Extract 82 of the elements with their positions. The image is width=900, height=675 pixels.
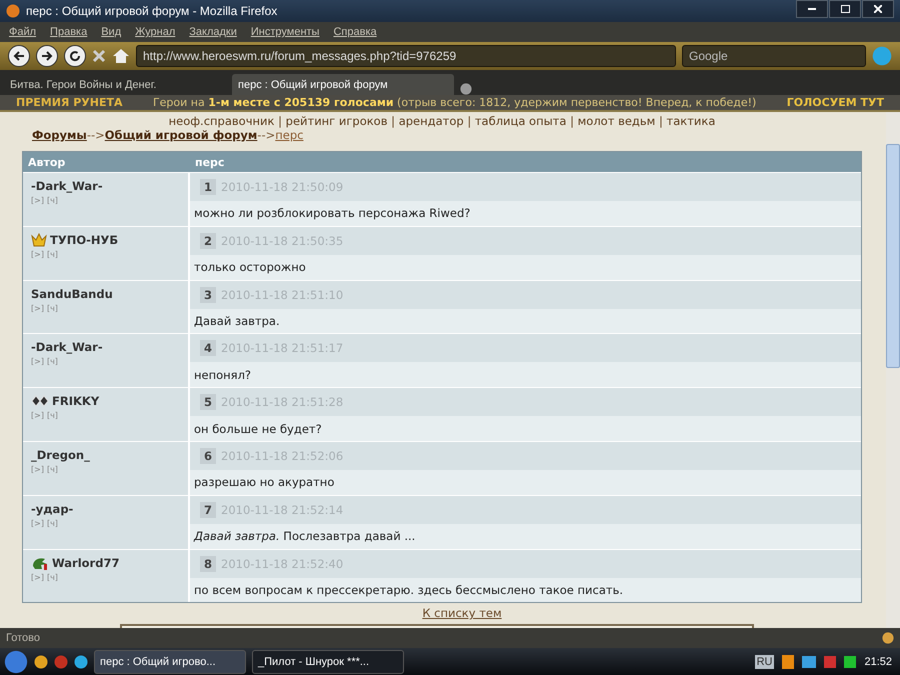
window-title: перс : Общий игровой форум - Mozilla Firefox xyxy=(26,4,278,18)
search-field[interactable]: Google xyxy=(682,45,866,67)
author-name[interactable]: FRIKKY xyxy=(52,394,100,408)
start-button[interactable] xyxy=(4,650,28,674)
post-number: 7 xyxy=(200,502,216,518)
taskbar-button[interactable]: _Пилот - Шнурок ***... xyxy=(252,650,404,674)
post-number: 1 xyxy=(200,179,216,195)
author-name[interactable]: Warlord77 xyxy=(52,556,120,570)
app-icon[interactable] xyxy=(34,654,48,668)
forward-button[interactable] xyxy=(36,45,58,67)
post-number: 3 xyxy=(200,286,216,303)
crown-icon xyxy=(31,232,47,247)
author-name[interactable]: -Dark_War- xyxy=(31,179,103,193)
site-link[interactable]: неоф.справочник xyxy=(168,114,274,128)
menu-item[interactable]: Журнал xyxy=(135,26,176,38)
home-icon[interactable] xyxy=(112,48,130,64)
menu-item[interactable]: Инструменты xyxy=(250,26,320,38)
author-name[interactable]: -Dark_War- xyxy=(31,340,103,354)
post-number: 2 xyxy=(200,232,216,249)
column-header: перс xyxy=(194,156,226,168)
post-number: 8 xyxy=(200,556,216,572)
site-link[interactable]: тактика xyxy=(666,114,716,128)
clock: 21:52 xyxy=(864,656,892,668)
post-number: 4 xyxy=(200,340,216,356)
menu-item[interactable]: Правка xyxy=(50,26,88,38)
breadcrumb-link[interactable]: перс xyxy=(275,128,304,142)
forward-arrow-icon xyxy=(41,51,53,61)
separator: | xyxy=(390,114,396,128)
minimize-icon xyxy=(808,8,816,10)
breadcrumb-link[interactable]: Общий игровой форум xyxy=(104,128,258,142)
separator: | xyxy=(466,114,472,128)
post-text: по всем вопросам к прессекретарю. здесь бессмыслено такое писать. xyxy=(194,582,624,597)
breadcrumb-link[interactable]: Форумы xyxy=(32,128,87,142)
reload-button[interactable] xyxy=(64,45,86,67)
author-name[interactable]: _Dregon_ xyxy=(31,448,90,462)
back-arrow-icon xyxy=(13,51,25,61)
menu-item[interactable]: Справка xyxy=(333,26,377,38)
breadcrumb-arrow: --> xyxy=(257,128,276,142)
address-field[interactable]: http://www.heroeswm.ru/forum_messages.php?tid=976259 xyxy=(136,45,676,67)
stop-icon[interactable] xyxy=(92,49,106,63)
post-number: 6 xyxy=(200,448,216,464)
post-text: только осторожно xyxy=(194,260,306,274)
post-text: Давай завтра. Послезавтра давай ... xyxy=(194,529,416,544)
award-label: ПРЕМИЯ РУНЕТА xyxy=(16,96,123,109)
taskbar-button[interactable]: перс : Общий игрово... xyxy=(94,650,246,674)
language-indicator[interactable]: RU xyxy=(754,654,774,668)
close-button[interactable] xyxy=(862,0,894,18)
separator: | xyxy=(277,114,283,128)
author-name[interactable]: -удар- xyxy=(31,502,74,516)
vote-link[interactable]: ГОЛОСУЕМ ТУТ xyxy=(786,96,884,109)
menu-item[interactable]: Файл xyxy=(9,26,36,38)
banner-message: Герои на 1-м месте с 205139 голосами (отрыв всего: 1812, удержим первенство! Вперед, к победе!) xyxy=(152,96,756,109)
site-link[interactable]: молот ведьм xyxy=(578,114,656,128)
back-link[interactable]: К списку тем xyxy=(422,606,502,620)
status-text: Готово xyxy=(6,632,40,644)
back-button[interactable] xyxy=(8,45,30,67)
author-name[interactable]: ТУПО-НУБ xyxy=(50,232,118,247)
separator: | xyxy=(658,114,664,128)
site-link[interactable]: арендатор xyxy=(398,114,464,128)
maximize-icon xyxy=(840,5,850,13)
separator: | xyxy=(569,114,575,128)
reload-icon xyxy=(69,50,81,62)
post-text: разрешаю но акуратно xyxy=(194,475,334,490)
menu-item[interactable]: Закладки xyxy=(189,26,237,38)
author-name[interactable]: SanduBandu xyxy=(31,286,113,301)
maximize-button[interactable] xyxy=(829,0,861,18)
post-number: 5 xyxy=(200,394,216,410)
status-icon[interactable] xyxy=(844,656,856,668)
post-text: он больше не будет? xyxy=(194,422,322,436)
post-text: можно ли розблокировать персонажа Riwed? xyxy=(194,206,470,220)
scrollbar[interactable] xyxy=(886,112,900,628)
post-text: Давай завтра. xyxy=(194,314,280,328)
post-text: непонял? xyxy=(194,368,252,382)
column-header: Автор xyxy=(27,156,66,168)
minimize-button[interactable] xyxy=(796,0,828,18)
browser-tab[interactable]: перс : Общий игровой форум xyxy=(232,74,454,95)
new-tab-icon[interactable] xyxy=(460,83,472,95)
breadcrumb-arrow: --> xyxy=(86,128,105,142)
close-icon xyxy=(874,5,882,13)
menu-item[interactable]: Вид xyxy=(101,26,122,38)
site-link[interactable]: рейтинг игроков xyxy=(286,114,388,128)
site-link[interactable]: таблица опыта xyxy=(474,114,566,128)
